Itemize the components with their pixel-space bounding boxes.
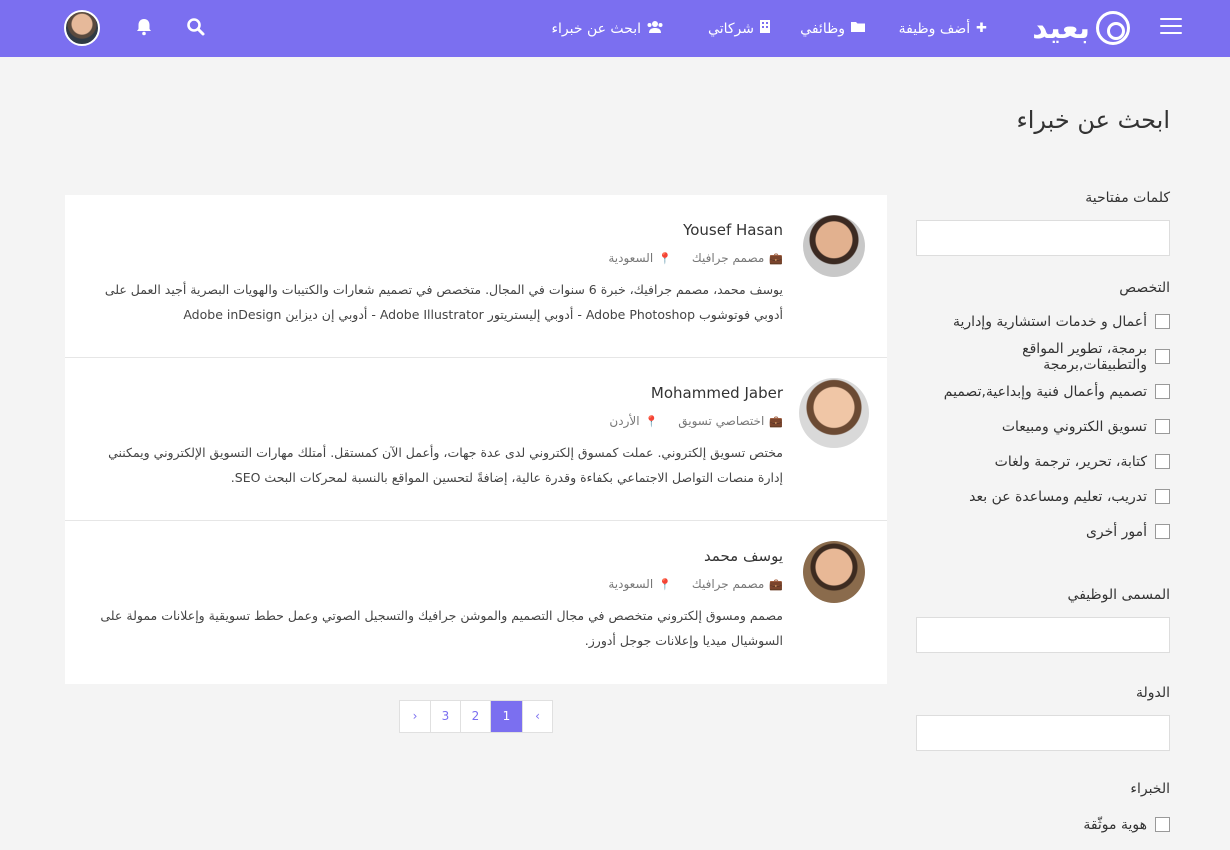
briefcase-icon: 💼 — [769, 414, 783, 428]
pagination-next[interactable]: › — [400, 701, 430, 732]
pagination-page-3[interactable]: 3 — [430, 701, 460, 732]
specialty-option[interactable]: أعمال و خدمات استشارية وإدارية — [916, 304, 1170, 339]
expert-country: السعودية — [608, 577, 654, 591]
country-label: الدولة — [1135, 685, 1170, 701]
expert-role: مصمم جرافيك — [691, 251, 765, 265]
folder-icon — [851, 21, 865, 36]
verified-option[interactable]: هوية موثّقة — [916, 807, 1170, 842]
expert-meta: 💼 مصمم جرافيك 📍 السعودية — [65, 251, 783, 265]
users-icon — [647, 20, 663, 37]
specialty-list: أعمال و خدمات استشارية وإدارية برمجة، تط… — [916, 304, 1170, 549]
site-logo[interactable]: بعيد — [1032, 8, 1130, 48]
nav-my-companies[interactable]: شركاتي — [708, 0, 770, 57]
checkbox[interactable] — [1155, 314, 1170, 329]
building-icon — [760, 20, 770, 37]
expert-description: مصمم ومسوق إلكتروني متخصص في مجال التصمي… — [100, 608, 783, 648]
checkbox[interactable] — [1155, 349, 1170, 364]
specialty-label: التخصص — [1119, 280, 1170, 296]
specialty-option[interactable]: أمور أخرى — [916, 514, 1170, 549]
specialty-option-label: كتابة، تحرير، ترجمة ولغات — [994, 453, 1147, 470]
nav-my-jobs-label: وظائفي — [800, 20, 845, 37]
bell-icon[interactable] — [134, 17, 156, 39]
expert-meta: 💼 اختصاصي تسويق 📍 الأردن — [65, 414, 783, 428]
plus-icon: ✚ — [976, 21, 987, 36]
nav-add-job-label: أضف وظيفة — [898, 20, 971, 37]
checkbox[interactable] — [1155, 419, 1170, 434]
expert-name[interactable]: Yousef Hasan — [65, 221, 783, 239]
expert-avatar[interactable] — [799, 378, 869, 448]
specialty-option-label: تسويق الكتروني ومبيعات — [1001, 418, 1147, 435]
briefcase-icon: 💼 — [769, 577, 783, 591]
experts-label: الخبراء — [1130, 781, 1170, 797]
filters-sidebar: كلمات مفتاحية التخصص أعمال و خدمات استشا… — [916, 190, 1170, 842]
logo-text: بعيد — [1032, 10, 1090, 46]
expert-avatar[interactable] — [803, 541, 865, 603]
search-icon[interactable] — [186, 17, 208, 39]
nav-add-job[interactable]: ✚ أضف وظيفة — [899, 0, 987, 57]
checkbox[interactable] — [1155, 454, 1170, 469]
nav-find-experts[interactable]: ابحث عن خبراء — [551, 0, 663, 57]
checkbox[interactable] — [1155, 524, 1170, 539]
expert-description: مختص تسويق إلكتروني. عملت كمسوق إلكتروني… — [108, 445, 783, 485]
expert-country: الأردن — [609, 414, 640, 428]
briefcase-icon: 💼 — [769, 251, 783, 265]
page-title: ابحث عن خبراء — [1016, 106, 1170, 134]
location-icon: 📍 — [658, 251, 672, 265]
job-title-input[interactable] — [916, 617, 1170, 653]
expert-country: السعودية — [608, 251, 654, 265]
specialty-option[interactable]: تصميم وأعمال فنية وإبداعية,تصميم — [916, 374, 1170, 409]
expert-card[interactable]: يوسف محمد 💼 مصمم جرافيك 📍 السعودية مصمم … — [65, 521, 887, 684]
specialty-option-label: تدريب، تعليم ومساعدة عن بعد — [969, 488, 1147, 505]
specialty-option-label: تصميم وأعمال فنية وإبداعية,تصميم — [943, 383, 1147, 400]
expert-meta: 💼 مصمم جرافيك 📍 السعودية — [65, 577, 783, 591]
expert-card[interactable]: Mohammed Jaber 💼 اختصاصي تسويق 📍 الأردن … — [65, 358, 887, 521]
pagination-prev[interactable]: ‹ — [522, 701, 552, 732]
pagination: › 3 2 1 ‹ — [399, 700, 553, 733]
location-icon: 📍 — [658, 577, 672, 591]
user-avatar[interactable] — [64, 10, 100, 46]
nav-my-companies-label: شركاتي — [708, 20, 754, 37]
top-navbar: بعيد ✚ أضف وظيفة وظائفي شركاتي ابحث عن خ… — [0, 0, 1230, 57]
expert-name[interactable]: يوسف محمد — [65, 547, 783, 565]
specialty-option[interactable]: برمجة، تطوير المواقع والتطبيقات,برمجة — [916, 339, 1170, 374]
specialty-option[interactable]: تسويق الكتروني ومبيعات — [916, 409, 1170, 444]
nav-find-experts-label: ابحث عن خبراء — [551, 20, 641, 37]
pagination-page-2[interactable]: 2 — [460, 701, 490, 732]
pagination-page-1[interactable]: 1 — [490, 701, 522, 732]
expert-role: اختصاصي تسويق — [678, 414, 765, 428]
expert-description: يوسف محمد، مصمم جرافيك، خبرة 6 سنوات في … — [104, 282, 783, 322]
expert-avatar[interactable] — [803, 215, 865, 277]
specialty-option-label: أعمال و خدمات استشارية وإدارية — [953, 313, 1147, 330]
location-icon: 📍 — [644, 414, 659, 428]
job-title-label: المسمى الوظيفي — [1067, 587, 1170, 603]
expert-role: مصمم جرافيك — [691, 577, 765, 591]
checkbox[interactable] — [1155, 384, 1170, 399]
specialty-option-label: برمجة، تطوير المواقع والتطبيقات,برمجة — [1022, 340, 1147, 373]
keywords-label: كلمات مفتاحية — [1085, 190, 1170, 206]
specialty-option-label: أمور أخرى — [1085, 523, 1147, 540]
menu-icon[interactable] — [1160, 18, 1182, 36]
specialty-option[interactable]: تدريب، تعليم ومساعدة عن بعد — [916, 479, 1170, 514]
nav-my-jobs[interactable]: وظائفي — [800, 0, 865, 57]
logo-mark-icon — [1096, 11, 1130, 45]
verified-option-label: هوية موثّقة — [1083, 816, 1147, 833]
checkbox[interactable] — [1155, 489, 1170, 504]
specialty-option[interactable]: كتابة، تحرير، ترجمة ولغات — [916, 444, 1170, 479]
expert-card[interactable]: Yousef Hasan 💼 مصمم جرافيك 📍 السعودية يو… — [65, 195, 887, 358]
checkbox[interactable] — [1155, 817, 1170, 832]
country-input[interactable] — [916, 715, 1170, 751]
experts-list: Yousef Hasan 💼 مصمم جرافيك 📍 السعودية يو… — [65, 195, 887, 684]
expert-name[interactable]: Mohammed Jaber — [65, 384, 783, 402]
keywords-input[interactable] — [916, 220, 1170, 256]
